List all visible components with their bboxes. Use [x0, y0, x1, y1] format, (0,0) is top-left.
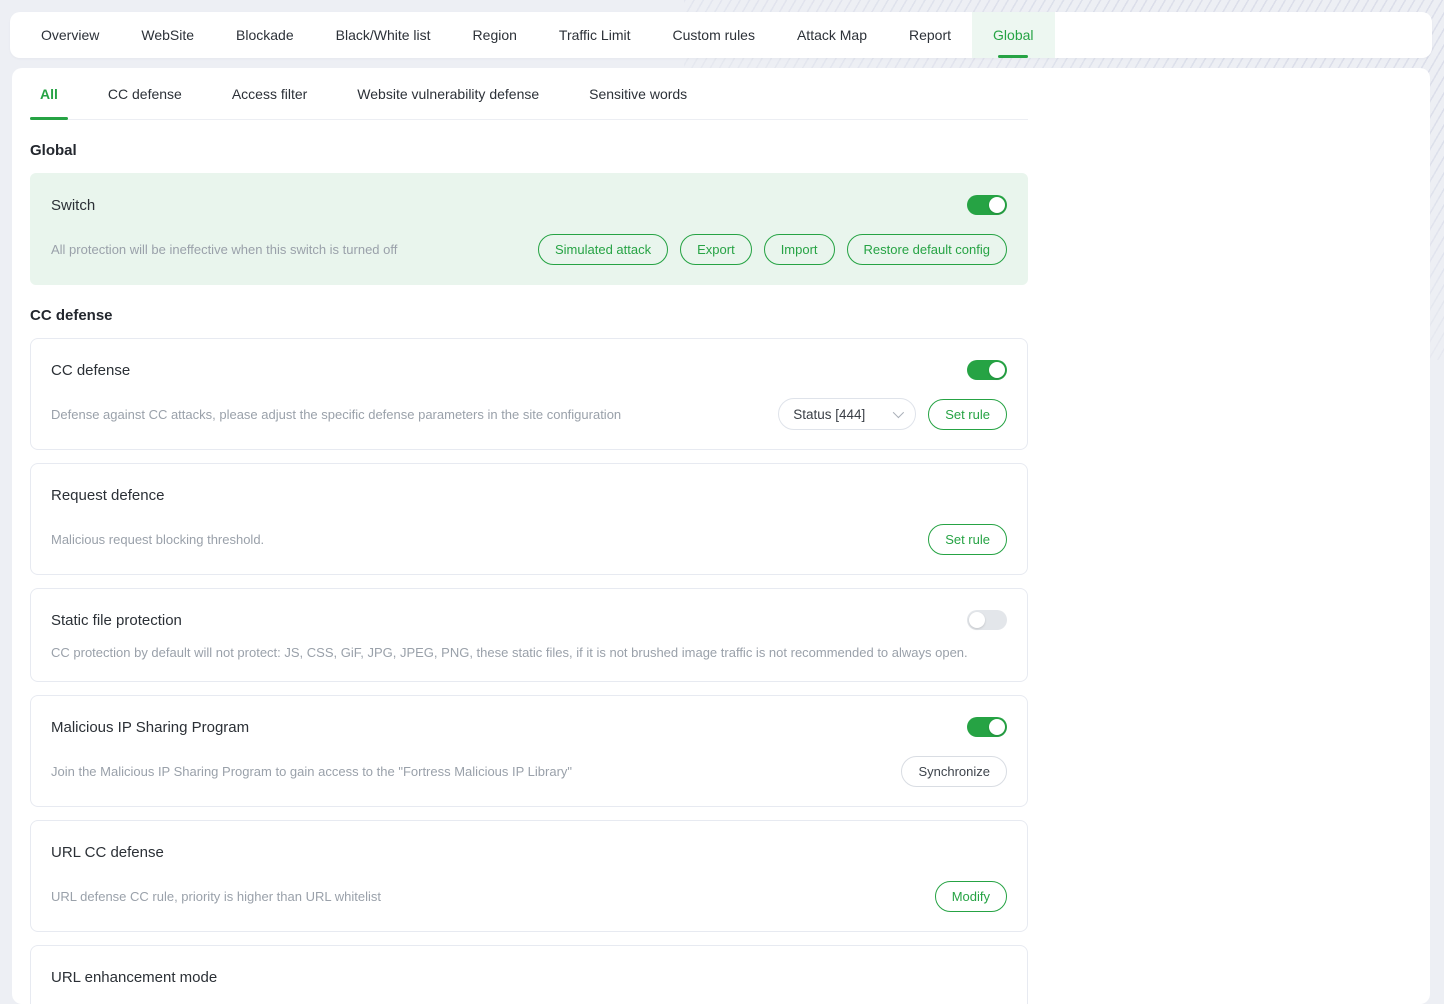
nav-tab-black-white-list[interactable]: Black/White list: [315, 12, 452, 58]
malicious-ip-sharing-title: Malicious IP Sharing Program: [51, 719, 249, 736]
subtab-website-vulnerability-defense[interactable]: Website vulnerability defense: [347, 68, 549, 119]
cc-defense-description: Defense against CC attacks, please adjus…: [51, 407, 621, 422]
cc-defense-set-rule-button[interactable]: Set rule: [928, 399, 1007, 430]
subtab-all[interactable]: All: [30, 68, 68, 119]
simulated-attack-button[interactable]: Simulated attack: [538, 234, 668, 265]
nav-tab-region[interactable]: Region: [452, 12, 538, 58]
request-defence-description: Malicious request blocking threshold.: [51, 532, 264, 547]
import-button[interactable]: Import: [764, 234, 835, 265]
section-heading-cc-defense: CC defense: [30, 307, 1028, 324]
nav-tab-traffic-limit[interactable]: Traffic Limit: [538, 12, 652, 58]
request-defence-set-rule-button[interactable]: Set rule: [928, 524, 1007, 555]
cc-defense-card: CC defense Defense against CC attacks, p…: [30, 338, 1028, 450]
toggle-knob: [989, 362, 1005, 378]
switch-card-description: All protection will be ineffective when …: [51, 242, 397, 257]
subtab-cc-defense[interactable]: CC defense: [98, 68, 192, 119]
url-enhancement-mode-title: URL enhancement mode: [51, 969, 217, 986]
nav-tab-website[interactable]: WebSite: [120, 12, 215, 58]
main-panel: All CC defense Access filter Website vul…: [12, 68, 1430, 1004]
malicious-ip-sharing-toggle[interactable]: [967, 717, 1007, 737]
switch-card: Switch All protection will be ineffectiv…: [30, 173, 1028, 285]
request-defence-title: Request defence: [51, 487, 164, 504]
toggle-knob: [989, 197, 1005, 213]
subtab-access-filter[interactable]: Access filter: [222, 68, 317, 119]
url-enhancement-mode-card: URL enhancement mode Setting up a URL va…: [30, 945, 1028, 1004]
static-file-protection-card: Static file protection CC protection by …: [30, 588, 1028, 682]
url-cc-defense-title: URL CC defense: [51, 844, 164, 861]
nav-tab-report[interactable]: Report: [888, 12, 972, 58]
nav-tab-attack-map[interactable]: Attack Map: [776, 12, 888, 58]
nav-tab-global[interactable]: Global: [972, 12, 1054, 58]
nav-tab-overview[interactable]: Overview: [20, 12, 120, 58]
cc-defense-title: CC defense: [51, 362, 130, 379]
toggle-knob: [989, 719, 1005, 735]
request-defence-card: Request defence Malicious request blocki…: [30, 463, 1028, 575]
section-heading-global: Global: [30, 142, 1028, 159]
global-switch-toggle[interactable]: [967, 195, 1007, 215]
malicious-ip-sharing-card: Malicious IP Sharing Program Join the Ma…: [30, 695, 1028, 807]
restore-default-config-button[interactable]: Restore default config: [847, 234, 1007, 265]
url-cc-defense-description: URL defense CC rule, priority is higher …: [51, 889, 381, 904]
chevron-down-icon: [893, 407, 904, 418]
cc-defense-toggle[interactable]: [967, 360, 1007, 380]
export-button[interactable]: Export: [680, 234, 752, 265]
nav-tab-custom-rules[interactable]: Custom rules: [652, 12, 776, 58]
url-cc-defense-card: URL CC defense URL defense CC rule, prio…: [30, 820, 1028, 932]
subtab-bar: All CC defense Access filter Website vul…: [30, 68, 1028, 120]
malicious-ip-sharing-description: Join the Malicious IP Sharing Program to…: [51, 764, 572, 779]
nav-tab-blockade[interactable]: Blockade: [215, 12, 315, 58]
cc-defense-action-select[interactable]: Status [444]: [778, 398, 916, 430]
select-value: Status [444]: [793, 407, 865, 422]
static-file-protection-description: CC protection by default will not protec…: [51, 645, 968, 660]
static-file-protection-title: Static file protection: [51, 612, 182, 629]
static-file-protection-toggle[interactable]: [967, 610, 1007, 630]
top-nav: Overview WebSite Blockade Black/White li…: [10, 12, 1432, 58]
subtab-sensitive-words[interactable]: Sensitive words: [579, 68, 697, 119]
url-cc-defense-modify-button[interactable]: Modify: [935, 881, 1007, 912]
synchronize-button[interactable]: Synchronize: [901, 756, 1007, 787]
toggle-knob: [969, 612, 985, 628]
switch-card-title: Switch: [51, 197, 95, 214]
